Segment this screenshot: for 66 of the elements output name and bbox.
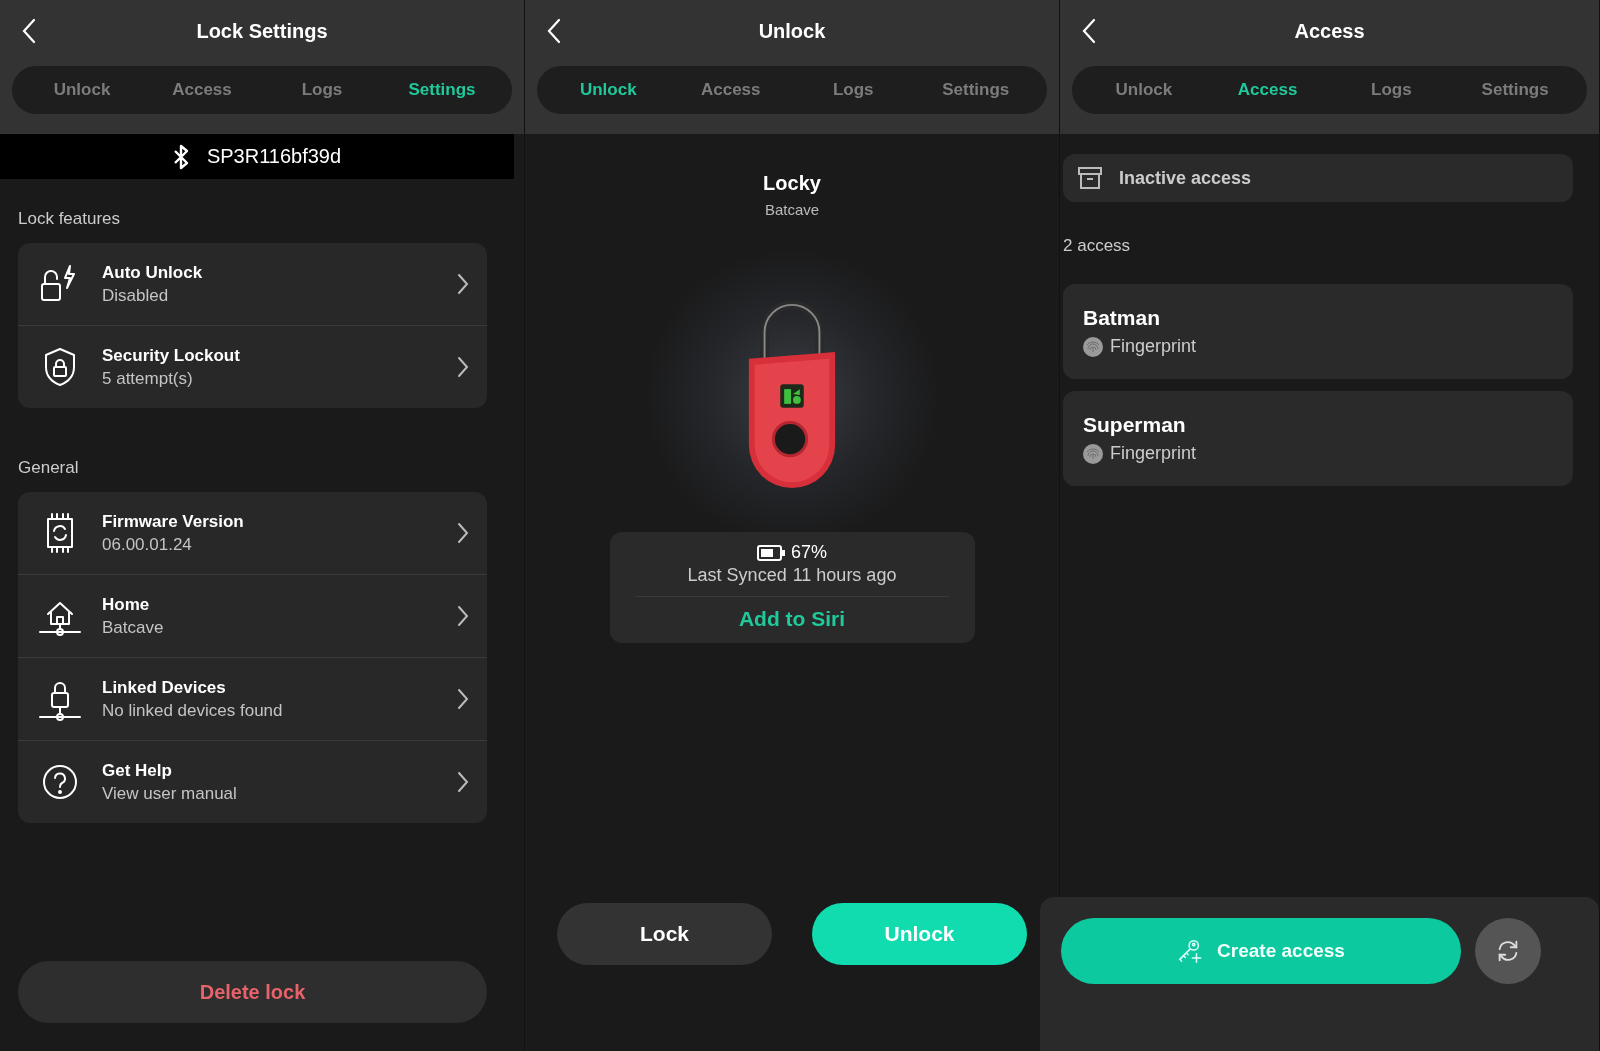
fingerprint-icon bbox=[1083, 443, 1103, 464]
lock-button[interactable]: Lock bbox=[557, 903, 772, 965]
settings-row[interactable]: Firmware Version 06.00.01.24 bbox=[18, 492, 487, 575]
access-count: 2 access bbox=[1063, 236, 1132, 256]
row-subtitle: 06.00.01.24 bbox=[102, 534, 193, 555]
row-title: Security Lockout bbox=[102, 345, 241, 366]
person-name: Batman bbox=[1083, 306, 1162, 330]
back-icon[interactable] bbox=[1082, 18, 1096, 44]
access-method: Fingerprint bbox=[1110, 336, 1197, 357]
row-title: Get Help bbox=[102, 760, 173, 781]
settings-row[interactable]: Linked Devices No linked devices found bbox=[18, 658, 487, 741]
row-title: Linked Devices bbox=[102, 677, 227, 698]
lock-name: Locky bbox=[763, 172, 821, 195]
chevron-icon bbox=[457, 522, 469, 544]
back-icon[interactable] bbox=[547, 18, 561, 44]
bluetooth-icon bbox=[172, 143, 189, 170]
screen-title: Lock Settings bbox=[196, 19, 328, 43]
battery-icon bbox=[757, 544, 785, 561]
chevron-icon bbox=[457, 273, 469, 295]
access-method: Fingerprint bbox=[1110, 443, 1197, 464]
chevron-icon bbox=[457, 688, 469, 710]
tab[interactable]: Access bbox=[669, 66, 792, 114]
delete-lock-button[interactable]: Delete lock bbox=[18, 961, 487, 1023]
section-heading: General bbox=[18, 458, 80, 478]
row-subtitle: Disabled bbox=[102, 285, 170, 306]
access-card[interactable]: Superman Fingerprint bbox=[1063, 391, 1573, 486]
tab[interactable]: Unlock bbox=[22, 66, 142, 114]
chevron-icon bbox=[457, 356, 469, 378]
settings-row[interactable]: Home Batcave bbox=[18, 575, 487, 658]
access-card[interactable]: Batman Fingerprint bbox=[1063, 284, 1573, 379]
person-name: Superman bbox=[1083, 413, 1187, 437]
settings-row[interactable]: Get Help View user manual bbox=[18, 741, 487, 823]
battery-percent: 67% bbox=[791, 542, 827, 563]
tab[interactable]: Logs bbox=[1329, 66, 1454, 114]
tab[interactable]: Settings bbox=[1453, 66, 1577, 114]
section-heading: Lock features bbox=[18, 209, 122, 229]
add-to-siri-link[interactable]: Add to Siri bbox=[738, 607, 846, 631]
screen-title: Access bbox=[1294, 19, 1365, 43]
chevron-icon bbox=[457, 771, 469, 793]
tab[interactable]: Access bbox=[1205, 66, 1330, 114]
device-id: SP3R116bf39d bbox=[206, 145, 342, 168]
tab[interactable]: Unlock bbox=[547, 66, 670, 114]
lock-location: Batcave bbox=[764, 201, 820, 218]
settings-row[interactable]: Auto Unlock Disabled bbox=[18, 243, 487, 326]
row-title: Home bbox=[102, 594, 151, 615]
tab[interactable]: Logs bbox=[262, 66, 382, 114]
key-plus-icon bbox=[1177, 938, 1204, 964]
last-synced-time: 11 hours ago bbox=[792, 565, 897, 586]
tab[interactable]: Access bbox=[142, 66, 262, 114]
row-title: Firmware Version bbox=[102, 511, 245, 532]
chevron-icon bbox=[457, 605, 469, 627]
row-subtitle: 5 attempt(s) bbox=[102, 368, 194, 389]
tab[interactable]: Settings bbox=[382, 66, 502, 114]
row-title: Auto Unlock bbox=[102, 262, 204, 283]
tab[interactable]: Settings bbox=[914, 66, 1037, 114]
back-icon[interactable] bbox=[22, 18, 36, 44]
row-subtitle: View user manual bbox=[102, 783, 238, 804]
archive-box-icon bbox=[1077, 166, 1103, 190]
fingerprint-icon bbox=[1083, 336, 1103, 357]
row-subtitle: Batcave bbox=[102, 617, 165, 638]
row-subtitle: No linked devices found bbox=[102, 700, 284, 721]
screen-title: Unlock bbox=[758, 19, 826, 43]
tab[interactable]: Unlock bbox=[1082, 66, 1206, 114]
tab[interactable]: Logs bbox=[792, 66, 915, 114]
last-synced-label: Last Synced bbox=[687, 565, 787, 586]
settings-row[interactable]: Security Lockout 5 attempt(s) bbox=[18, 326, 487, 408]
